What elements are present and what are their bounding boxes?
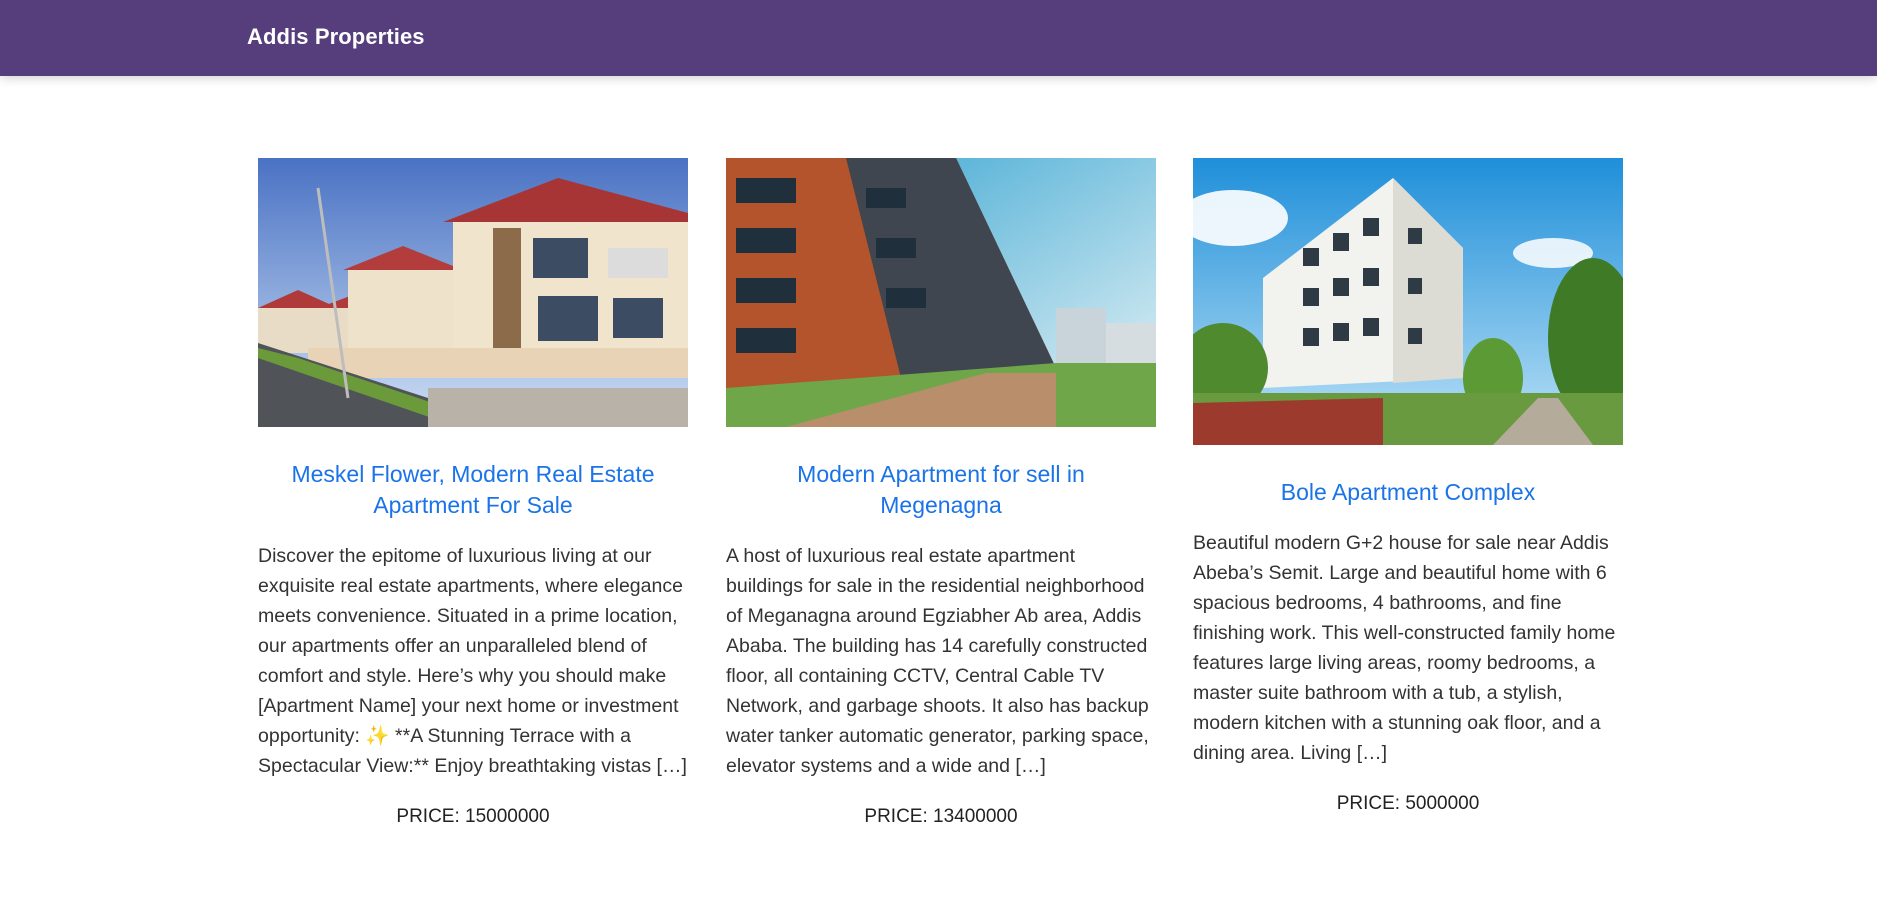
listing-card: Meskel Flower, Modern Real Estate Apartm… xyxy=(258,158,688,828)
villa-photo xyxy=(258,158,688,427)
listing-image-link[interactable] xyxy=(258,158,688,427)
listing-price: PRICE: 13400000 xyxy=(864,806,1018,827)
listing-excerpt: Beautiful modern G+2 house for sale near… xyxy=(1193,532,1616,764)
listing-card: Bole Apartment Complex Beautiful modern … xyxy=(1193,158,1623,815)
listing-card: Modern Apartment for sell in Megenagna A… xyxy=(726,158,1156,828)
listing-title-link[interactable]: Meskel Flower, Modern Real Estate Apartm… xyxy=(258,459,688,521)
listing-price: PRICE: 5000000 xyxy=(1336,793,1480,814)
site-brand-link[interactable]: Addis Properties xyxy=(247,24,425,50)
white-tower-photo xyxy=(1193,158,1623,445)
listing-excerpt: Discover the epitome of luxurious living… xyxy=(258,545,687,777)
listing-title-link[interactable]: Modern Apartment for sell in Megenagna xyxy=(726,459,1156,521)
apartment-block-photo xyxy=(726,158,1156,427)
listing-image-link[interactable] xyxy=(726,158,1156,427)
listing-title-link[interactable]: Bole Apartment Complex xyxy=(1193,477,1623,508)
listing-price: PRICE: 15000000 xyxy=(396,806,550,827)
listing-image-link[interactable] xyxy=(1193,158,1623,445)
listing-excerpt: A host of luxurious real estate apartmen… xyxy=(726,545,1149,777)
top-navbar: Addis Properties xyxy=(0,0,1877,76)
